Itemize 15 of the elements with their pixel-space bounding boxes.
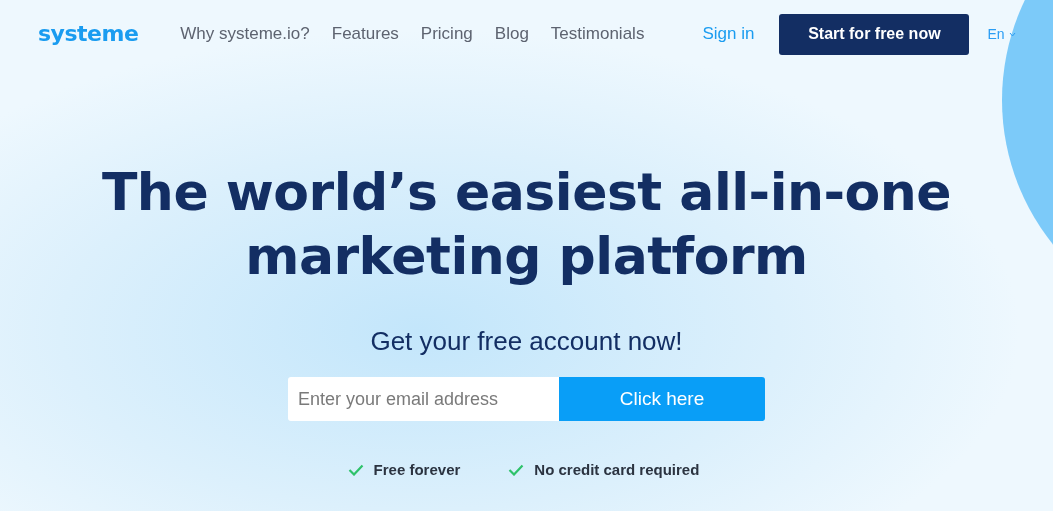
caret-icon: [1008, 31, 1016, 37]
email-field[interactable]: Enter your email address: [288, 377, 559, 421]
heading-line: The world’s easiest all-in-one: [101, 161, 952, 224]
check-icon: [508, 463, 525, 476]
nav-link[interactable]: Testimonials: [550, 24, 645, 44]
nav-link[interactable]: Blog: [494, 24, 529, 44]
feature-text: Free forever: [373, 461, 461, 478]
feature-text: No credit card required: [534, 461, 700, 478]
nav-link[interactable]: Pricing: [420, 24, 473, 44]
nav-link[interactable]: Why systeme.io?: [180, 24, 310, 44]
subheading: Get your free account now!: [370, 326, 683, 357]
start-button[interactable]: Start for free now: [779, 13, 970, 55]
heading-line: marketing platform: [244, 225, 809, 288]
check-icon: [347, 463, 364, 476]
nav-link[interactable]: Features: [331, 24, 399, 44]
